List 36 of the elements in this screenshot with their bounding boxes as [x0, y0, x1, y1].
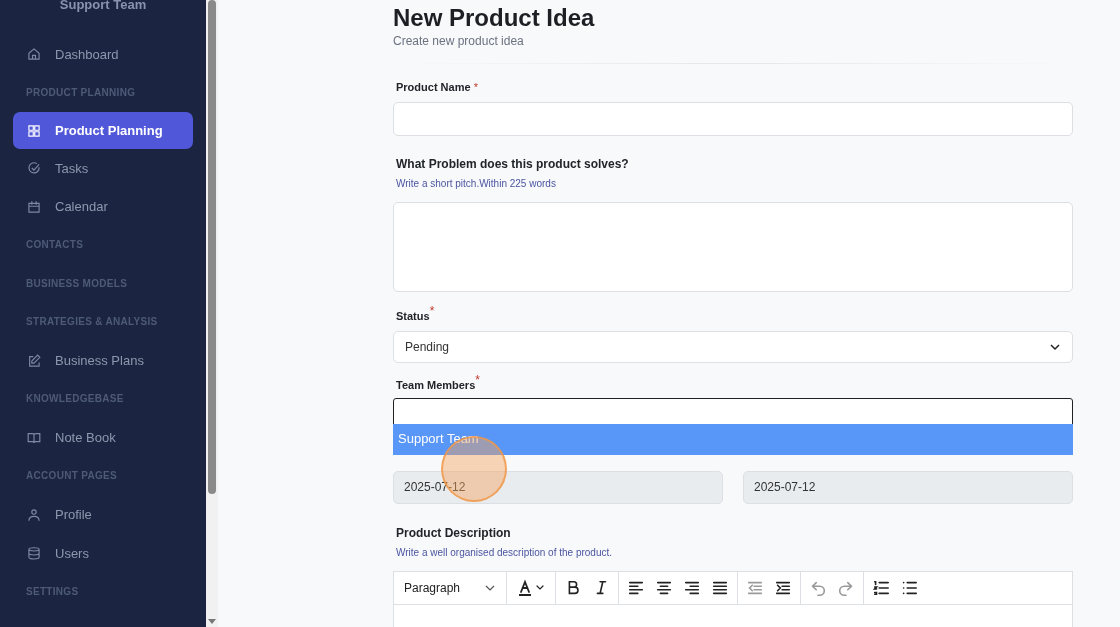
- team-members-field[interactable]: [393, 398, 1073, 425]
- scrollbar[interactable]: [206, 0, 218, 627]
- check-icon: [26, 160, 42, 177]
- sidebar-item[interactable]: Calendar: [13, 187, 193, 226]
- required-mark: *: [473, 81, 478, 93]
- field-label: What Problem does this product solves?: [395, 157, 630, 171]
- edit-icon: [26, 352, 42, 369]
- sidebar-item[interactable]: Profile: [13, 495, 193, 534]
- field-label: Product Name *: [395, 81, 479, 93]
- field-hint: Write a short pitch.Within 225 words: [395, 178, 557, 189]
- calendar-icon: [26, 198, 42, 215]
- status-select[interactable]: Pending: [393, 331, 1073, 363]
- database-icon: [26, 545, 42, 562]
- user-icon: [26, 506, 42, 523]
- field-hint: Write a well organised description of the product.: [395, 547, 614, 558]
- block-format-select[interactable]: Paragraph: [400, 581, 500, 595]
- dropdown-option[interactable]: Support Team: [393, 424, 1073, 455]
- field-label: Product Description: [395, 526, 512, 540]
- team-name: Support Team: [58, 0, 148, 14]
- chevron-down-icon: [1049, 341, 1061, 353]
- required-mark: *: [475, 373, 480, 388]
- required-mark: *: [429, 304, 435, 319]
- grid-icon: [26, 122, 42, 139]
- sidebar-item[interactable]: Tasks: [13, 149, 193, 188]
- product-name-field[interactable]: [393, 102, 1073, 136]
- home-icon: [26, 46, 42, 63]
- sidebar-item[interactable]: Users: [13, 534, 193, 573]
- page-subtitle: Create new product idea: [393, 34, 525, 48]
- sidebar-item[interactable]: Business Plans: [13, 341, 193, 380]
- numbered-list-icon: [872, 578, 890, 598]
- sidebar-item[interactable]: Product Planning: [13, 112, 193, 149]
- end-date-field[interactable]: 2025-07-12: [743, 471, 1073, 504]
- problem-field[interactable]: [393, 202, 1073, 292]
- page-title: New Product Idea: [393, 4, 596, 32]
- sidebar-item[interactable]: Dashboard: [13, 35, 193, 74]
- sidebar-item[interactable]: Note Book: [13, 418, 193, 457]
